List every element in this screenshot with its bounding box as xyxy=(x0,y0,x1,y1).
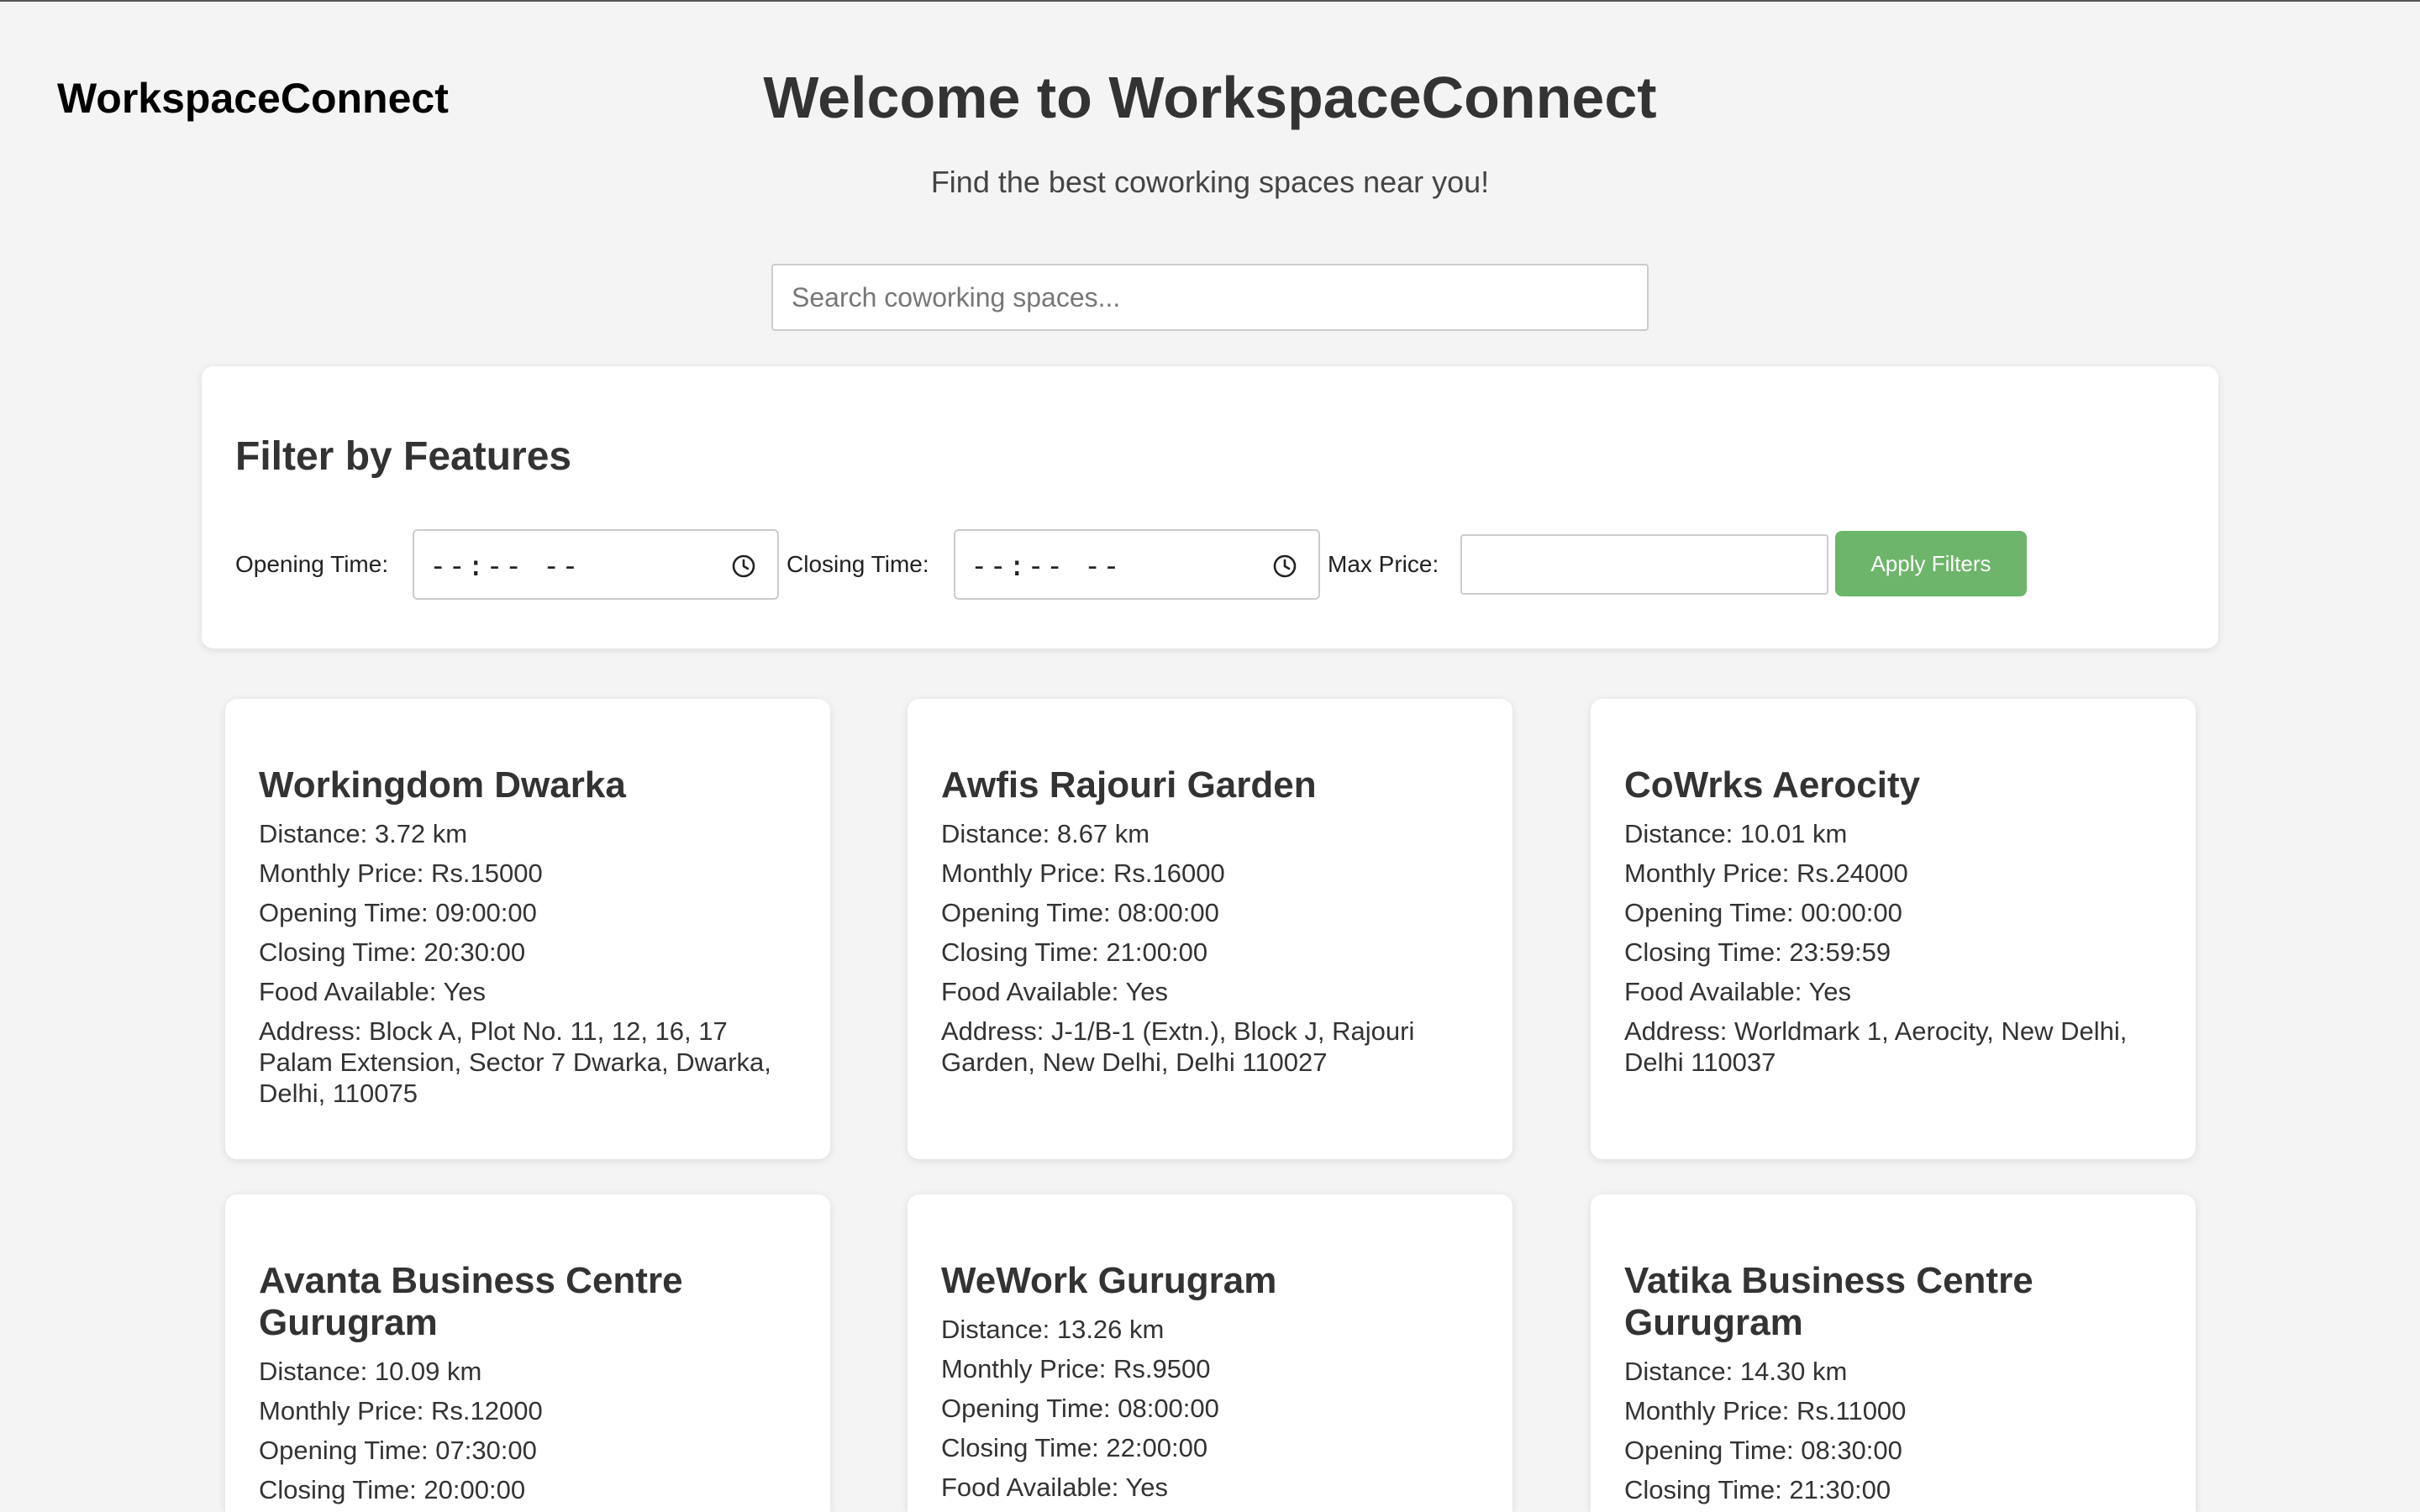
space-distance: Distance: 3.72 km xyxy=(259,819,468,848)
space-name: Awfis Rajouri Garden xyxy=(941,764,1317,806)
closing-time-label: Closing Time: xyxy=(786,551,929,577)
space-food: Food Available: Yes xyxy=(941,1473,1169,1502)
space-opening-time: Opening Time: 09:00:00 xyxy=(259,898,537,927)
filter-panel: Filter by Features Opening Time: --:-- -… xyxy=(202,366,2218,648)
space-closing-time: Closing Time: 20:00:00 xyxy=(259,1475,526,1504)
space-closing-time: Closing Time: 21:30:00 xyxy=(1624,1475,1891,1504)
space-closing-time: Closing Time: 20:30:00 xyxy=(259,937,526,967)
space-price: Monthly Price: Rs.15000 xyxy=(259,858,543,888)
space-name: Workingdom Dwarka xyxy=(259,764,626,806)
closing-time-value: --:-- -- xyxy=(971,549,1122,583)
space-food: Food Available: Yes xyxy=(259,977,487,1006)
space-closing-time: Closing Time: 21:00:00 xyxy=(941,937,1208,967)
filter-title: Filter by Features xyxy=(235,434,572,479)
space-name: Vatika Business Centre Gurugram xyxy=(1624,1260,2033,1343)
space-opening-time: Opening Time: 07:30:00 xyxy=(259,1436,537,1465)
space-name: CoWrks Aerocity xyxy=(1624,764,1921,806)
space-card[interactable]: Avanta Business Centre Gurugram Distance… xyxy=(225,1194,830,1512)
opening-time-value: --:-- -- xyxy=(429,549,581,583)
max-price-input[interactable] xyxy=(1460,534,1828,595)
space-opening-time: Opening Time: 08:30:00 xyxy=(1624,1436,1902,1465)
space-card[interactable]: WeWork Gurugram Distance: 13.26 km Month… xyxy=(908,1194,1512,1512)
page-subtitle: Find the best coworking spaces near you! xyxy=(930,165,1490,199)
space-distance: Distance: 14.30 km xyxy=(1624,1357,1848,1386)
space-closing-time: Closing Time: 22:00:00 xyxy=(941,1433,1208,1462)
space-food: Food Available: Yes xyxy=(1624,977,1852,1006)
closing-time-input[interactable]: --:-- -- xyxy=(954,529,1320,600)
space-address: Address: Worldmark 1, Aerocity, New Delh… xyxy=(1624,1016,2128,1077)
opening-time-input[interactable]: --:-- -- xyxy=(413,529,779,600)
space-opening-time: Opening Time: 08:00:00 xyxy=(941,1394,1219,1423)
opening-time-label: Opening Time: xyxy=(235,551,389,577)
space-food: Food Available: Yes xyxy=(941,977,1169,1006)
clock-icon[interactable] xyxy=(730,553,757,580)
space-opening-time: Opening Time: 08:00:00 xyxy=(941,898,1219,927)
space-card[interactable]: Vatika Business Centre Gurugram Distance… xyxy=(1591,1194,2196,1512)
space-address: Address: Block A, Plot No. 11, 12, 16, 1… xyxy=(259,1016,771,1108)
space-price: Monthly Price: Rs.16000 xyxy=(941,858,1225,888)
apply-filters-button[interactable]: Apply Filters xyxy=(1835,531,2027,596)
space-name: Avanta Business Centre Gurugram xyxy=(259,1260,683,1343)
space-card[interactable]: Awfis Rajouri Garden Distance: 8.67 km M… xyxy=(908,699,1512,1159)
space-address: Address: J-1/B-1 (Extn.), Block J, Rajou… xyxy=(941,1016,1415,1077)
space-card[interactable]: Workingdom Dwarka Distance: 3.72 km Mont… xyxy=(225,699,830,1159)
top-border xyxy=(0,0,2420,2)
space-price: Monthly Price: Rs.11000 xyxy=(1624,1396,1907,1425)
space-distance: Distance: 10.01 km xyxy=(1624,819,1848,848)
page-title: Welcome to WorkspaceConnect xyxy=(763,65,1657,130)
max-price-label: Max Price: xyxy=(1328,551,1439,577)
space-closing-time: Closing Time: 23:59:59 xyxy=(1624,937,1891,967)
space-price: Monthly Price: Rs.24000 xyxy=(1624,858,1908,888)
space-name: WeWork Gurugram xyxy=(941,1260,1277,1301)
search-input[interactable] xyxy=(771,264,1649,331)
space-price: Monthly Price: Rs.9500 xyxy=(941,1354,1211,1383)
clock-icon[interactable] xyxy=(1271,553,1298,580)
space-distance: Distance: 8.67 km xyxy=(941,819,1150,848)
space-card[interactable]: CoWrks Aerocity Distance: 10.01 km Month… xyxy=(1591,699,2196,1159)
space-distance: Distance: 10.09 km xyxy=(259,1357,482,1386)
space-opening-time: Opening Time: 00:00:00 xyxy=(1624,898,1902,927)
space-price: Monthly Price: Rs.12000 xyxy=(259,1396,543,1425)
space-distance: Distance: 13.26 km xyxy=(941,1315,1165,1344)
